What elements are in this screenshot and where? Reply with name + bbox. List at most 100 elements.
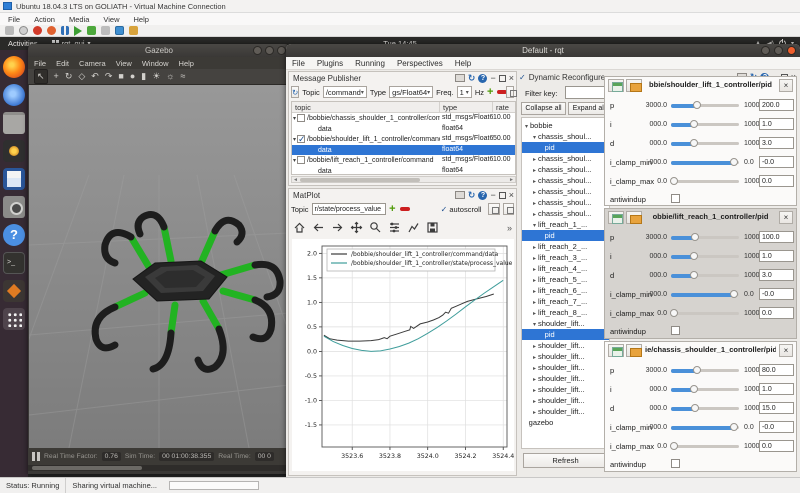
pan-icon[interactable] — [350, 221, 363, 234]
spot-light-icon[interactable]: ≈ — [181, 70, 186, 83]
tree-collapsed-icon[interactable]: ▸ — [533, 256, 536, 262]
param-value-input[interactable]: -0.0 — [759, 288, 794, 300]
tree-collapsed-icon[interactable]: ▸ — [533, 190, 536, 196]
tree-item-chassis_shoul[interactable]: ▸chassis_shoul... — [522, 164, 609, 175]
slider-handle[interactable] — [690, 385, 698, 393]
subplots-icon[interactable] — [388, 221, 401, 234]
collapse-all-button[interactable]: Collapse all — [521, 102, 566, 115]
vm-menu-media[interactable]: Media — [69, 15, 89, 24]
publish-checkbox[interactable] — [297, 114, 305, 122]
start-icon[interactable] — [19, 26, 28, 35]
customize-icon[interactable] — [407, 221, 420, 234]
gazebo-3d-viewport[interactable] — [29, 85, 289, 448]
dock-item-libreoffice-writer[interactable] — [3, 168, 25, 190]
display-icon[interactable] — [115, 26, 124, 35]
param-slider-i_clamp_min[interactable] — [671, 288, 739, 300]
gazebo-maximize-button[interactable] — [265, 46, 274, 55]
tree-collapsed-icon[interactable]: ▸ — [533, 157, 536, 163]
slider-handle[interactable] — [690, 271, 698, 279]
matplot-minimize-icon[interactable]: − — [490, 191, 495, 199]
param-slider-i[interactable] — [671, 118, 739, 130]
tree-item-pid[interactable]: pid — [522, 230, 609, 241]
rqt-menu-plugins[interactable]: Plugins — [317, 59, 343, 68]
back-icon[interactable] — [312, 221, 325, 234]
tree-item-lift_reach_2_[interactable]: ▸lift_reach_2_... — [522, 241, 609, 252]
scale-icon[interactable]: ◇ — [78, 70, 85, 83]
rqt-menu-perspectives[interactable]: Perspectives — [397, 59, 443, 68]
dock-item-documentation[interactable] — [3, 280, 25, 302]
tree-item-pid[interactable]: pid — [522, 142, 609, 153]
tree-expanded-icon[interactable]: ▾ — [533, 322, 536, 328]
freq-combo[interactable]: 1▾ — [457, 86, 472, 98]
tree-item-lift_reach_8_[interactable]: ▸lift_reach_8_... — [522, 307, 609, 318]
rqt-close-button[interactable] — [787, 46, 796, 55]
shutdown-icon[interactable] — [47, 26, 56, 35]
tree-item-lift_reach_4_[interactable]: ▸lift_reach_4_... — [522, 263, 609, 274]
gazebo-menu-view[interactable]: View — [116, 59, 132, 68]
refresh-button[interactable]: Refresh — [523, 453, 608, 468]
param-slider-d[interactable] — [671, 402, 739, 414]
rqt-menu-file[interactable]: File — [292, 59, 305, 68]
param-value-input[interactable]: 3.0 — [759, 137, 794, 149]
param-value-input[interactable]: 0.0 — [759, 307, 794, 319]
autoscroll-control[interactable]: ✓autoscroll — [441, 205, 482, 214]
matplot-float-icon[interactable] — [499, 192, 506, 199]
topic-combo[interactable]: /command▾ — [323, 86, 367, 98]
tree-collapsed-icon[interactable]: ▸ — [533, 344, 536, 350]
table-row[interactable]: datafloat64 — [292, 166, 515, 176]
hscrollbar-thumb[interactable] — [300, 178, 420, 182]
param-value-input[interactable]: -0.0 — [759, 156, 794, 168]
slider-handle[interactable] — [730, 158, 738, 166]
tree-collapsed-icon[interactable]: ▸ — [533, 399, 536, 405]
tree-item-shoulder_lift[interactable]: ▸shoulder_lift... — [522, 373, 609, 384]
refresh-topics-button[interactable]: ↻ — [291, 86, 299, 98]
message-publisher-header[interactable]: Message Publisher↻?−× — [289, 72, 516, 84]
slider-handle[interactable] — [691, 233, 699, 241]
publisher-table-hscrollbar[interactable]: ◄► — [291, 176, 516, 183]
tree-collapsed-icon[interactable]: ▸ — [533, 289, 536, 295]
column-header-type[interactable]: type — [440, 102, 493, 113]
message-publisher-settings-icon[interactable] — [455, 74, 465, 82]
rqt-maximize-button[interactable] — [774, 46, 783, 55]
stop-icon[interactable] — [33, 26, 42, 35]
message-publisher-float-icon[interactable] — [499, 75, 506, 82]
select-icon[interactable]: ↖ — [34, 69, 48, 84]
pause-icon[interactable] — [61, 26, 69, 35]
param-value-input[interactable]: 0.0 — [759, 175, 794, 187]
add-plot-icon[interactable]: + — [389, 204, 395, 215]
column-header-rate[interactable]: rate — [493, 102, 516, 113]
vm-menu-view[interactable]: View — [103, 15, 119, 24]
load-params-button[interactable] — [608, 211, 624, 224]
column-header-topic[interactable]: topic — [292, 102, 440, 113]
table-row[interactable]: ▾/bobbie/shoulder_lift_1_controller/comm… — [292, 134, 515, 145]
gazebo-menu-window[interactable]: Window — [142, 59, 169, 68]
tree-expanded-icon[interactable]: ▾ — [525, 124, 528, 130]
publish-checkbox[interactable] — [297, 135, 305, 143]
tree-item-gazebo[interactable]: gazebo — [522, 417, 609, 428]
gazebo-close-button[interactable] — [277, 46, 286, 55]
clipboard-icon[interactable] — [5, 26, 14, 35]
tree-item-lift_reach_1_[interactable]: ▾lift_reach_1_... — [522, 219, 609, 230]
save-params-button[interactable] — [626, 211, 642, 224]
expander-icon[interactable]: ▾ — [293, 158, 296, 164]
forward-icon[interactable] — [331, 221, 344, 234]
table-row[interactable]: ▾/bobbie/chassis_shoulder_1_controller/c… — [292, 113, 515, 124]
tree-collapsed-icon[interactable]: ▸ — [533, 179, 536, 185]
remove-plot-icon[interactable] — [399, 203, 410, 215]
rqt-menu-help[interactable]: Help — [455, 59, 471, 68]
tree-item-shoulder_lift[interactable]: ▸shoulder_lift... — [522, 406, 609, 417]
param-value-input[interactable]: -0.0 — [759, 421, 794, 433]
tree-item-chassis_shoul[interactable]: ▸chassis_shoul... — [522, 186, 609, 197]
dock-item-terminal[interactable]: >_ — [3, 252, 25, 274]
gazebo-menu-file[interactable]: File — [34, 59, 46, 68]
gazebo-menu-help[interactable]: Help — [179, 59, 194, 68]
cylinder-icon[interactable]: ▮ — [141, 70, 146, 83]
param-value-input[interactable]: 100.0 — [759, 231, 794, 243]
pid-panel-close-button[interactable]: × — [779, 79, 793, 92]
param-slider-i_clamp_min[interactable] — [671, 156, 739, 168]
publish-checkbox[interactable] — [297, 156, 305, 164]
filter-key-input[interactable] — [565, 86, 607, 99]
tree-collapsed-icon[interactable]: ▸ — [533, 300, 536, 306]
tree-item-lift_reach_6_[interactable]: ▸lift_reach_6_... — [522, 285, 609, 296]
param-slider-d[interactable] — [671, 137, 739, 149]
